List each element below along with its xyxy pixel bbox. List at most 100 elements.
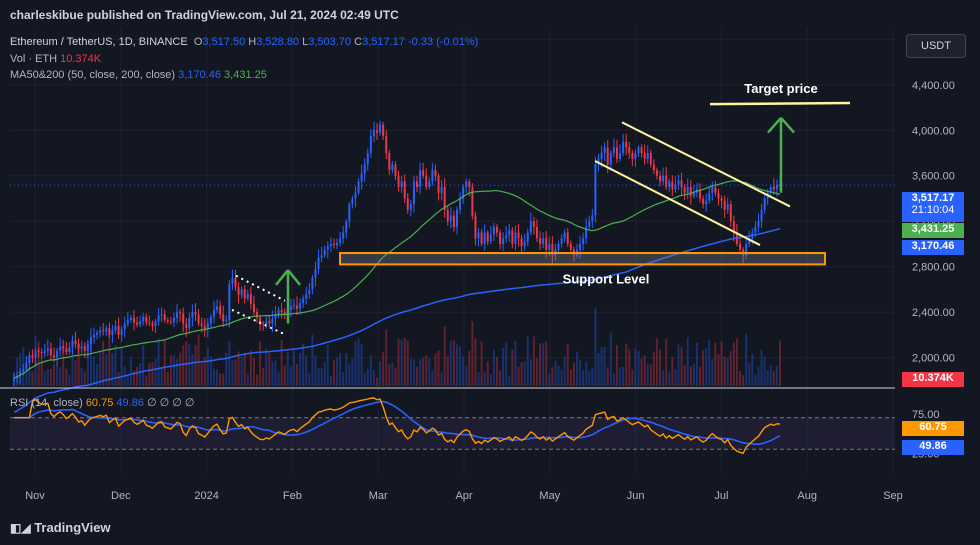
candle-body [49, 348, 52, 356]
volume-bar [397, 338, 400, 386]
volume-bar [394, 367, 397, 386]
volume-bar [502, 348, 505, 386]
target-line [709, 101, 851, 106]
volume-bar [649, 364, 652, 386]
volume-bar [655, 338, 658, 386]
volume-bar [668, 371, 671, 386]
volume-bar [243, 352, 246, 386]
volume-bar [699, 367, 702, 386]
candle-body [363, 164, 366, 174]
volume-bar [714, 342, 717, 386]
candle-body [268, 321, 271, 324]
volume-bar [511, 349, 514, 386]
candle-body [563, 232, 566, 239]
volume-bar [674, 369, 677, 386]
candle-body [345, 221, 348, 233]
candle-body [77, 343, 80, 349]
volume-bar [92, 356, 95, 386]
volume-bar [422, 357, 425, 386]
volume-bar [542, 343, 545, 386]
volume-bar [268, 353, 271, 386]
candle-body [160, 314, 163, 316]
legend-ma-row: MA50&200 (50, close, 200, close) 3,170.4… [10, 69, 267, 81]
candle-body [662, 175, 665, 182]
volume-bar [483, 371, 486, 386]
volume-bar [46, 369, 49, 386]
candle-body [514, 232, 517, 244]
volume-bar [680, 347, 683, 386]
ma50-line [13, 180, 781, 379]
y-tick-label: 2,800.00 [912, 262, 955, 274]
candle-body [382, 124, 385, 136]
tradingview-logo[interactable]: ◧◢ TradingView [10, 520, 111, 535]
close-label: C [354, 36, 363, 48]
candle-body [612, 147, 615, 154]
volume-value: 10.374K [60, 53, 102, 65]
candle-body [280, 309, 283, 313]
candle-body [659, 175, 662, 182]
volume-label[interactable]: Vol · ETH [10, 53, 57, 65]
candle-body [320, 255, 323, 258]
candle-body [702, 198, 705, 205]
candle-body [379, 124, 382, 133]
candle-body [757, 221, 760, 227]
candle-body [609, 153, 612, 165]
x-tick-label: Dec [111, 490, 131, 502]
volume-bar [729, 351, 732, 386]
volume-bar [108, 335, 111, 386]
candle-body [720, 198, 723, 201]
volume-bar [440, 372, 443, 386]
candle-body [99, 330, 102, 333]
volume-bar [711, 359, 714, 386]
price-chart[interactable]: Support LevelTarget price 4,800.004,400.… [0, 28, 980, 514]
candle-body [89, 337, 92, 344]
volume-bar [62, 347, 65, 386]
candle-body [714, 187, 717, 193]
candle-body [332, 243, 335, 246]
candle-body [132, 317, 135, 323]
candle-body [302, 298, 305, 304]
volume-bar [283, 365, 286, 386]
volume-bar [228, 341, 231, 386]
volume-bar [606, 367, 609, 386]
rsi-label[interactable]: RSI (14, close) [10, 397, 83, 409]
volume-bar [369, 355, 372, 386]
candle-body [455, 209, 458, 227]
volume-bar [80, 367, 83, 386]
candle-body [74, 340, 77, 344]
symbol-title[interactable]: Ethereum / TetherUS, 1D, BINANCE [10, 36, 188, 48]
candle-body [637, 147, 640, 154]
candle-body [523, 241, 526, 247]
candle-body [237, 287, 240, 296]
volume-bar [197, 334, 200, 386]
chart-area[interactable]: Support LevelTarget price 4,800.004,400.… [0, 28, 980, 514]
candle-body [71, 340, 74, 348]
candle-body [646, 153, 649, 159]
volume-bar [357, 338, 360, 386]
candle-body [416, 181, 418, 188]
candle-body [145, 316, 148, 323]
volume-bar [305, 355, 308, 386]
candle-body [114, 325, 117, 331]
candle-body [323, 249, 326, 256]
candle-body [25, 363, 28, 369]
volume-bar [376, 377, 378, 386]
currency-button[interactable]: USDT [906, 34, 966, 58]
volume-bar [388, 364, 391, 386]
volume-bar [535, 357, 538, 386]
candle-body [148, 322, 151, 324]
ma-label[interactable]: MA50&200 (50, close, 200, close) [10, 69, 175, 81]
candle-body [376, 130, 378, 133]
candle-body [652, 164, 655, 171]
volume-bar [332, 359, 335, 386]
candle-body [391, 164, 394, 171]
candle-body [243, 289, 246, 299]
volume-bar [351, 358, 354, 386]
top-bar: charleskibue published on TradingView.co… [0, 0, 980, 28]
candle-body [292, 305, 295, 307]
volume-bar [443, 326, 446, 386]
candle-body [400, 181, 403, 188]
volume-bar [579, 359, 582, 386]
volume-bar [735, 338, 738, 386]
volume-bar [495, 356, 498, 386]
